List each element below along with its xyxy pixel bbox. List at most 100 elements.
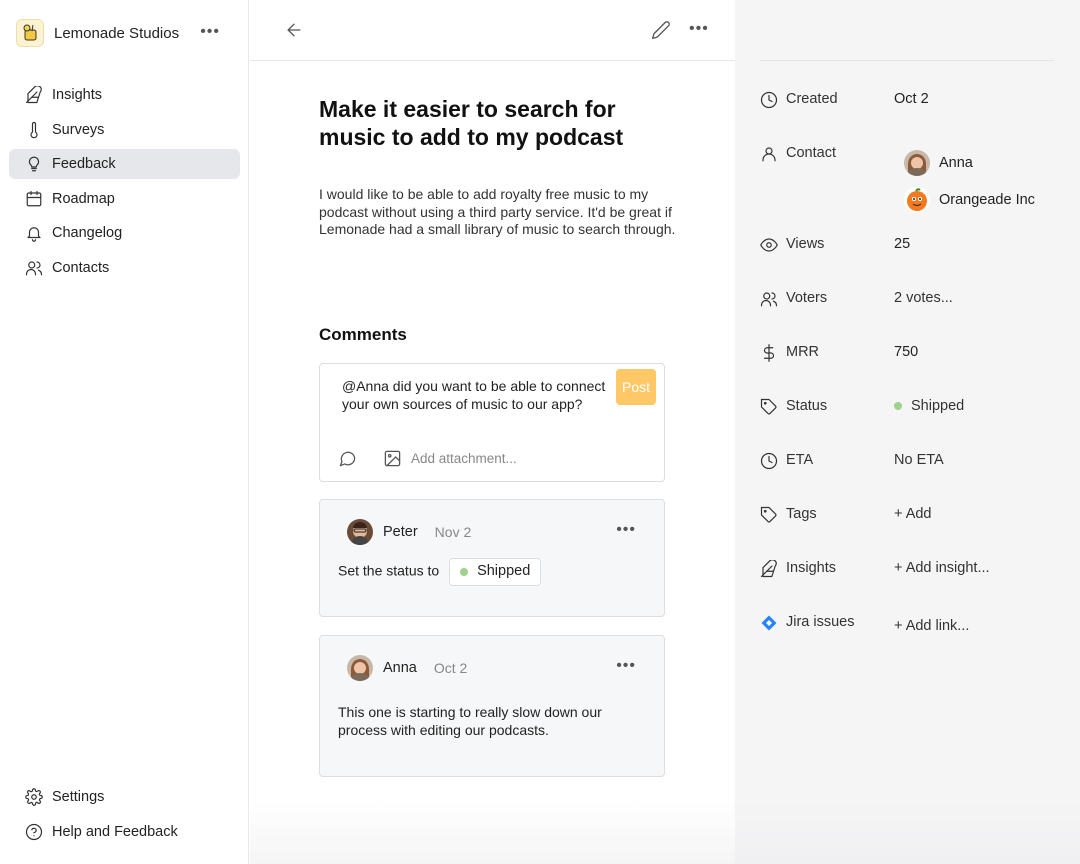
prop-label-jira: Jira issues [786, 614, 855, 630]
post-button[interactable]: Post [616, 369, 656, 405]
comment-author: Peter [383, 524, 418, 540]
calendar-icon [26, 190, 42, 207]
prop-label-voters: Voters [786, 290, 828, 306]
comments-heading: Comments [319, 325, 407, 344]
contact-person[interactable]: Anna [904, 149, 973, 177]
sidebar-item-label: Roadmap [52, 190, 115, 207]
prop-label-insights: Insights [786, 560, 836, 576]
prop-value-voters[interactable]: 2 votes... [894, 290, 953, 306]
company-logo [904, 187, 930, 213]
comment-body: This one is starting to really slow down… [338, 704, 602, 738]
comment-header: Peter Nov 2 [347, 518, 471, 546]
help-circle-icon [25, 823, 43, 840]
workspace-name: Lemonade Studios [54, 24, 180, 42]
status-select[interactable]: Shipped [894, 398, 964, 414]
comment-body: Set the status to Shipped [338, 558, 638, 586]
feedback-detail: ••• Make it easier to search for music t… [250, 0, 735, 864]
contact-company[interactable]: Orangeade Inc [904, 186, 1035, 214]
prop-value-views: 25 [894, 236, 911, 252]
sidebar-item-surveys[interactable]: Surveys [9, 115, 240, 145]
jira-icon [760, 614, 778, 632]
comment-card: Peter Nov 2 ••• Set the status to Shippe… [319, 499, 665, 617]
add-tag-button[interactable]: + Add [894, 506, 932, 522]
sidebar-item-label: Contacts [52, 259, 110, 276]
prop-label-created: Created [786, 91, 838, 107]
more-options-icon[interactable]: ••• [689, 20, 709, 38]
feather-icon [25, 86, 42, 104]
avatar [347, 655, 373, 681]
sidebar-item-roadmap[interactable]: Roadmap [9, 184, 240, 214]
speech-bubble-icon[interactable] [338, 449, 357, 468]
image-icon [384, 450, 401, 466]
workspace-more-icon[interactable]: ••• [200, 23, 220, 41]
workspace-switcher[interactable]: Lemonade Studios ••• [16, 18, 236, 48]
prop-value-eta[interactable]: No ETA [894, 452, 944, 468]
feedback-description: I would like to be able to add royalty f… [319, 186, 676, 237]
sidebar-item-insights[interactable]: Insights [9, 80, 240, 110]
add-attachment-label: Add attachment... [411, 450, 517, 466]
prop-value-mrr: 750 [894, 344, 919, 360]
sidebar-item-feedback[interactable]: Feedback [9, 149, 240, 180]
back-arrow-icon[interactable] [284, 20, 304, 40]
sidebar-item-label: Insights [52, 87, 102, 103]
status-badge-label: Shipped [477, 563, 531, 580]
eye-icon [760, 236, 778, 254]
sidebar-item-changelog[interactable]: Changelog [9, 218, 240, 248]
clock-icon [760, 452, 778, 470]
sidebar: Lemonade Studios ••• Insights Surveys Fe… [0, 0, 249, 864]
comment-more-icon[interactable]: ••• [616, 657, 636, 675]
avatar [904, 150, 930, 176]
comment-date: Oct 2 [433, 660, 468, 676]
sidebar-item-help[interactable]: Help and Feedback [9, 817, 240, 847]
lightbulb-icon [28, 156, 40, 172]
properties-panel: Created Oct 2 Contact Anna Orangeade Inc… [735, 0, 1080, 864]
status-dot [894, 402, 902, 410]
feather-icon [760, 559, 778, 578]
user-icon [760, 145, 778, 163]
tag-icon [760, 506, 778, 524]
prop-label-status: Status [786, 398, 828, 414]
contact-name: Anna [939, 155, 973, 171]
sidebar-item-settings[interactable]: Settings [9, 782, 240, 812]
sidebar-item-label: Settings [52, 789, 105, 805]
sidebar-item-contacts[interactable]: Contacts [9, 253, 240, 283]
prop-value-created: Oct 2 [894, 91, 929, 107]
add-jira-link-button[interactable]: + Add link... [894, 618, 969, 634]
prop-label-views: Views [786, 236, 825, 252]
tag-icon [760, 398, 778, 416]
prop-label-mrr: MRR [786, 344, 820, 360]
prop-label-tags: Tags [786, 506, 817, 522]
sidebar-item-label: Changelog [52, 225, 123, 242]
gear-icon [25, 788, 43, 806]
status-dot [460, 568, 469, 576]
prop-label-contact: Contact [786, 145, 836, 161]
sidebar-bottom-nav: Settings Help and Feedback [9, 782, 240, 851]
comment-input[interactable]: @Anna did you want to be able to connect… [342, 378, 612, 413]
dollar-icon [760, 344, 778, 362]
prop-label-eta: ETA [786, 452, 814, 468]
clock-icon [760, 91, 778, 109]
composer-tools: Add attachment... [338, 448, 517, 468]
status-value: Shipped [911, 398, 965, 414]
detail-toolbar: ••• [250, 0, 735, 61]
thermometer-icon [30, 121, 38, 138]
workspace-logo [16, 19, 44, 47]
sidebar-item-label: Feedback [52, 156, 116, 173]
users-icon [25, 261, 43, 276]
feedback-title: Make it easier to search for music to ad… [319, 96, 624, 150]
pencil-icon[interactable] [651, 20, 671, 40]
sidebar-item-label: Help and Feedback [52, 823, 178, 840]
add-attachment-button[interactable]: Add attachment... [383, 449, 517, 468]
comment-text: Set the status to [338, 562, 440, 579]
users-icon [760, 290, 778, 308]
comment-composer[interactable]: @Anna did you want to be able to connect… [319, 363, 665, 482]
comment-date: Nov 2 [434, 524, 472, 540]
sidebar-item-label: Surveys [52, 121, 105, 138]
avatar [347, 519, 373, 545]
contact-name: Orangeade Inc [939, 192, 1035, 208]
bell-icon [27, 227, 41, 243]
status-badge: Shipped [449, 558, 542, 586]
sidebar-nav: Insights Surveys Feedback Roadmap Change… [9, 80, 240, 288]
add-insight-button[interactable]: + Add insight... [894, 560, 990, 576]
comment-more-icon[interactable]: ••• [616, 521, 636, 539]
